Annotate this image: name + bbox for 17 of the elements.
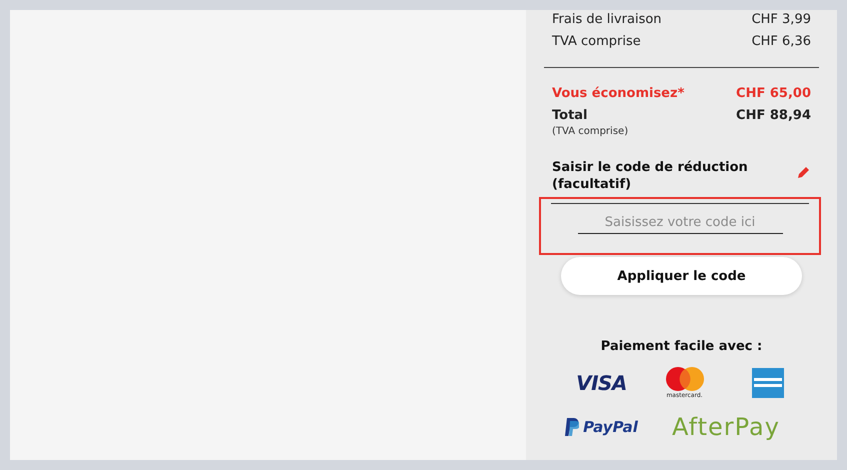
pencil-icon[interactable] [797, 165, 811, 179]
discount-title: Saisir le code de réduction (facultatif) [552, 159, 749, 193]
discount-code-field[interactable]: Saisissez votre code ici [578, 212, 782, 234]
savings-value: CHF 65,00 [736, 86, 811, 100]
summary-value: CHF 3,99 [752, 12, 811, 26]
summary-label: TVA comprise [552, 34, 641, 48]
tax-note: (TVA comprise) [551, 126, 630, 137]
afterpay-logo: AfterPay [672, 413, 780, 441]
savings-label: Vous économisez* [552, 86, 684, 100]
paypal-logo: PayPal [565, 418, 638, 436]
total-label: Total [552, 108, 588, 122]
visa-logo: VISA [576, 370, 627, 394]
summary-label: Frais de livraison [552, 12, 662, 26]
summary-value: CHF 6,36 [752, 34, 811, 48]
total-value: CHF 88,94 [736, 108, 811, 122]
apply-code-button[interactable]: Appliquer le code [561, 257, 802, 295]
payment-title: Paiement facile avec : [600, 339, 762, 354]
